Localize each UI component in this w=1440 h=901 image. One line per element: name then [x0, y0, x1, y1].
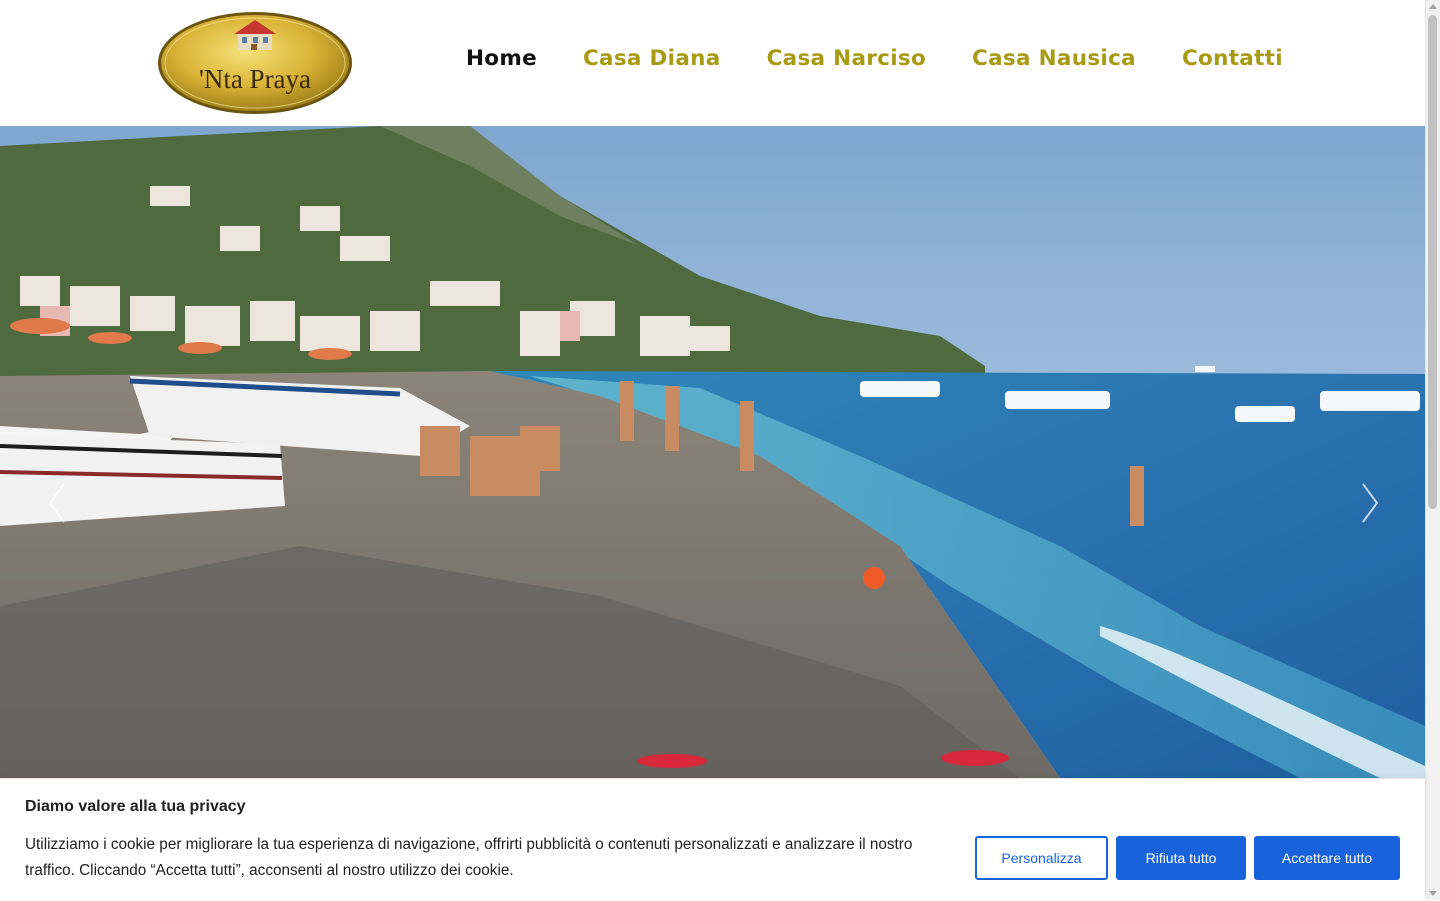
slider-prev-button[interactable] — [42, 478, 72, 528]
hero-slider — [0, 126, 1425, 778]
main-nav: Home Casa Diana Casa Narciso Casa Nausic… — [466, 46, 1283, 71]
chevron-left-icon — [48, 483, 65, 523]
cookie-customize-button[interactable]: Personalizza — [975, 836, 1108, 880]
scroll-up-arrow-icon[interactable] — [1429, 4, 1437, 9]
logo-text: 'Nta Praya — [199, 64, 311, 94]
nav-item-casa-diana[interactable]: Casa Diana — [583, 46, 721, 71]
cookie-title: Diamo valore alla tua privacy — [25, 798, 246, 815]
cookie-description: Utilizziamo i cookie per migliorare la t… — [25, 836, 913, 879]
cookie-accept-all-button[interactable]: Accettare tutto — [1254, 836, 1400, 880]
nav-item-casa-nausica[interactable]: Casa Nausica — [972, 46, 1136, 71]
page-scrollbar[interactable] — [1425, 0, 1440, 900]
cookie-consent-banner: Diamo valore alla tua privacy Utilizziam… — [0, 778, 1425, 901]
scrollbar-thumb[interactable] — [1428, 15, 1437, 509]
cookie-reject-all-button[interactable]: Rifiuta tutto — [1116, 836, 1246, 880]
scroll-down-arrow-icon[interactable] — [1429, 891, 1437, 896]
nav-item-home[interactable]: Home — [466, 46, 537, 71]
hero-beach-image — [0, 126, 1425, 778]
chevron-right-icon — [1362, 483, 1379, 523]
site-logo[interactable]: 'Nta Praya — [156, 10, 354, 116]
slider-next-button[interactable] — [1355, 478, 1385, 528]
nav-item-contatti[interactable]: Contatti — [1182, 46, 1283, 71]
site-header: 'Nta Praya Home Casa Diana Casa Narciso … — [0, 0, 1425, 126]
nav-item-casa-narciso[interactable]: Casa Narciso — [767, 46, 926, 71]
